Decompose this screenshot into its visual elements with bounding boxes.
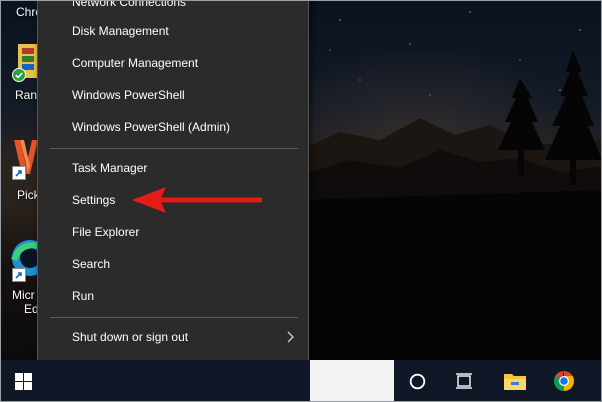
menu-item-network-connections[interactable]: Network Connections (38, 0, 308, 17)
menu-item-computer-management[interactable]: Computer Management (38, 48, 308, 78)
shortcut-arrow-icon (12, 268, 26, 282)
menu-item-file-explorer[interactable]: File Explorer (38, 217, 308, 247)
menu-item-windows-powershell-admin[interactable]: Windows PowerShell (Admin) (38, 112, 308, 142)
check-badge-icon (12, 68, 26, 82)
cortana-circle-icon (409, 373, 426, 390)
menu-item-run[interactable]: Run (38, 281, 308, 311)
shortcut-arrow-icon (12, 166, 26, 180)
menu-item-task-manager[interactable]: Task Manager (38, 153, 308, 183)
menu-item-label: Shut down or sign out (72, 330, 189, 344)
taskbar (0, 360, 602, 402)
chrome-taskbar-button[interactable] (542, 360, 586, 402)
task-view-icon (456, 373, 472, 389)
task-view-button[interactable] (442, 360, 486, 402)
cortana-button[interactable] (396, 360, 440, 402)
menu-item-disk-management[interactable]: Disk Management (38, 16, 308, 46)
start-button[interactable] (0, 360, 48, 402)
menu-item-windows-powershell[interactable]: Windows PowerShell (38, 80, 308, 110)
chevron-right-icon (287, 331, 294, 343)
windows-start-icon (15, 373, 32, 390)
file-explorer-taskbar-button[interactable] (493, 360, 537, 402)
desktop-icon-label: Micr (12, 288, 35, 302)
file-explorer-icon (504, 374, 526, 390)
menu-separator (50, 317, 298, 318)
red-arrow-annotation (132, 187, 262, 213)
taskbar-search-box[interactable] (310, 360, 394, 402)
menu-item-search[interactable]: Search (38, 249, 308, 279)
menu-separator (50, 148, 298, 149)
chrome-icon (554, 371, 574, 391)
menu-item-shut-down-or-sign-out[interactable]: Shut down or sign out (38, 322, 308, 352)
